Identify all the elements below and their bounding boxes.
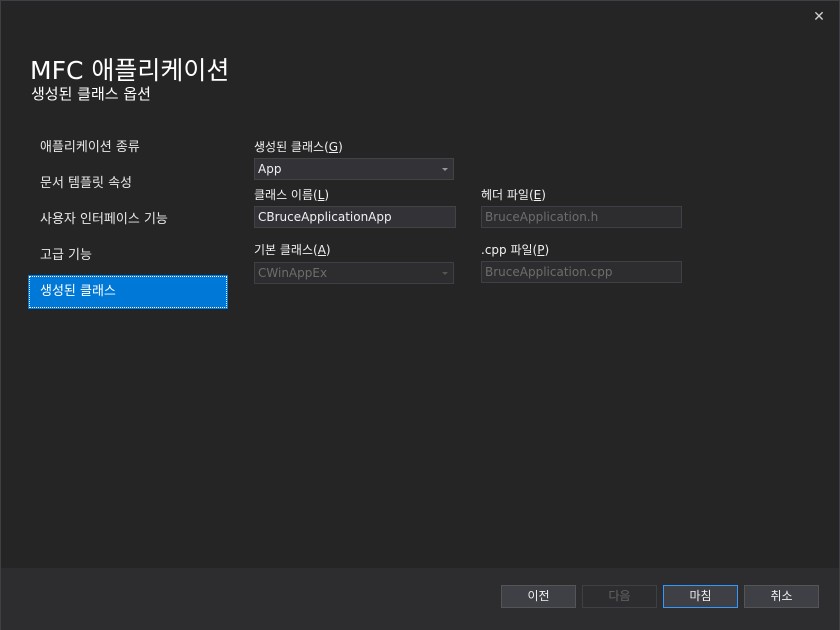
chevron-down-icon [442,272,448,275]
class-name-input[interactable]: CBruceApplicationApp [254,206,456,228]
class-name-label: 클래스 이름(L) [254,188,330,202]
header-file-label-text: 헤더 파일 [481,188,529,202]
nav-item-generated-classes[interactable]: 생성된 클래스 [28,275,228,309]
generated-classes-label-text: 생성된 클래스 [254,140,325,154]
cpp-file-label: .cpp 파일(P) [481,243,550,257]
base-class-label: 기본 클래스(A) [254,243,331,257]
prev-button[interactable]: 이전 [501,585,576,608]
dialog-subtitle: 생성된 클래스 옵션 [31,85,151,103]
base-class-label-text: 기본 클래스 [254,243,314,257]
close-icon[interactable]: ✕ [809,7,829,27]
header-file-hotkey: E [533,188,542,202]
header-file-label: 헤더 파일(E) [481,188,546,202]
wizard-nav: 애플리케이션 종류 문서 템플릿 속성 사용자 인터페이스 기능 고급 기능 생… [28,131,228,311]
header-file-input: BruceApplication.h [481,206,682,228]
dialog-title: MFC 애플리케이션 [30,56,230,85]
cpp-file-input: BruceApplication.cpp [481,261,682,283]
cancel-button[interactable]: 취소 [744,585,819,608]
generated-classes-value: App [258,162,282,176]
nav-item-application-type[interactable]: 애플리케이션 종류 [28,131,228,165]
generated-classes-label: 생성된 클래스(G) [254,140,343,154]
generated-classes-hotkey: G [328,140,339,154]
base-class-value: CWinAppEx [258,266,328,280]
next-button: 다음 [582,585,657,608]
nav-item-document-template[interactable]: 문서 템플릿 속성 [28,167,228,201]
nav-item-advanced-features[interactable]: 고급 기능 [28,239,228,273]
base-class-hotkey: A [317,243,326,257]
generated-classes-select[interactable]: App [254,158,454,180]
wizard-dialog: ✕ MFC 애플리케이션 생성된 클래스 옵션 애플리케이션 종류 문서 템플릿… [0,0,840,630]
class-name-hotkey: L [317,188,325,202]
chevron-down-icon [442,168,448,171]
cpp-file-label-text: .cpp 파일 [481,243,533,257]
finish-button[interactable]: 마침 [663,585,738,608]
class-name-label-text: 클래스 이름 [254,188,314,202]
nav-item-user-interface[interactable]: 사용자 인터페이스 기능 [28,203,228,237]
base-class-select: CWinAppEx [254,262,454,284]
cpp-file-hotkey: P [537,243,545,257]
